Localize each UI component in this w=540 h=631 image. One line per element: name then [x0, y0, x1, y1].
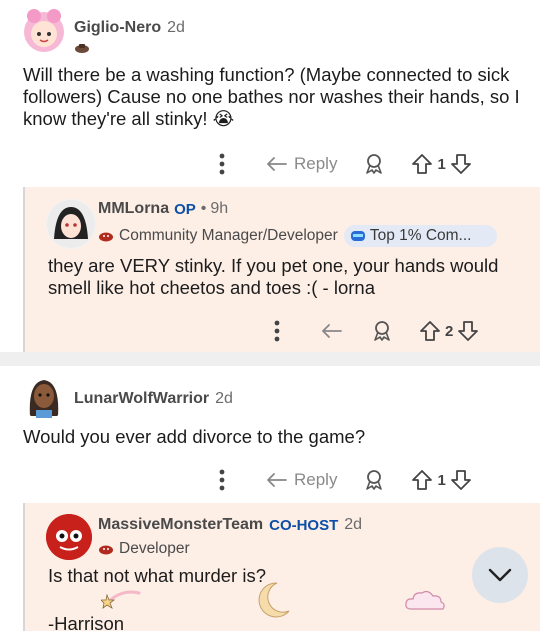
reply-comment: MMLorna OP • 9h Community Manager/Develo… [23, 187, 540, 352]
avatar[interactable] [46, 199, 96, 249]
signature: -Harrison [48, 613, 125, 631]
vote-count: 1 [437, 471, 446, 489]
vote-count: 2 [445, 322, 454, 340]
reply-label: Reply [294, 154, 338, 173]
comment-actions: Reply 1 [210, 466, 472, 494]
timestamp: 9h [210, 200, 229, 217]
flair-text: Developer [119, 540, 190, 557]
scroll-down-button[interactable] [472, 547, 528, 603]
reply-label: Reply [294, 470, 338, 489]
upvote-icon[interactable] [411, 153, 433, 175]
comment-thread: LunarWolfWarrior 2d Would you ever add d… [0, 366, 540, 631]
more-icon[interactable] [210, 469, 234, 491]
award-icon[interactable] [363, 469, 385, 491]
reply-arrow-icon [266, 155, 288, 173]
upvote-icon[interactable] [411, 469, 433, 491]
comment-header: MassiveMonsterTeam CO-HOST 2d [98, 516, 362, 534]
cult-icon [98, 230, 114, 242]
avatar[interactable] [20, 370, 68, 420]
moon-icon [255, 581, 291, 619]
comment-actions: 2 [265, 317, 479, 345]
downvote-icon[interactable] [457, 320, 479, 342]
more-icon[interactable] [210, 153, 234, 175]
timestamp: 2d [344, 516, 363, 533]
award-icon[interactable] [363, 153, 385, 175]
chevron-down-icon [487, 567, 513, 583]
badge-text: Top 1% Com... [369, 227, 472, 244]
user-flair: Developer [98, 540, 190, 558]
upvote-icon[interactable] [419, 320, 441, 342]
vote-count: 1 [437, 155, 446, 173]
reply-button[interactable]: Reply [266, 470, 337, 490]
shooting-star-icon [101, 587, 141, 609]
user-flair: Community Manager/Developer Top 1% Com..… [98, 225, 498, 247]
downvote-icon[interactable] [450, 469, 472, 491]
downvote-icon[interactable] [450, 153, 472, 175]
username[interactable]: Giglio-Nero [74, 19, 161, 37]
reply-arrow-icon[interactable] [321, 322, 343, 340]
comment-body: Will there be a washing function? (Maybe… [23, 64, 520, 129]
avatar[interactable] [46, 514, 92, 560]
user-flair-icon [74, 42, 90, 54]
reply-comment: MassiveMonsterTeam CO-HOST 2d Developer … [23, 503, 540, 631]
reply-button[interactable]: Reply [266, 154, 337, 174]
reply-arrow-icon [266, 471, 288, 489]
comment-body: Would you ever add divorce to the game? [23, 426, 366, 447]
op-badge: OP [174, 200, 196, 218]
top-commenter-icon [350, 229, 366, 243]
award-icon[interactable] [371, 320, 393, 342]
timestamp: 2d [167, 19, 185, 36]
username[interactable]: LunarWolfWarrior [74, 390, 209, 408]
comment-header: Giglio-Nero 2d [74, 19, 185, 37]
more-icon[interactable] [265, 320, 289, 342]
thread-divider [0, 352, 540, 366]
flair-text: Community Manager/Developer [119, 227, 338, 244]
comment-actions: Reply 1 [210, 150, 472, 178]
separator: • [200, 200, 207, 217]
avatar[interactable] [20, 4, 68, 56]
comment-header: LunarWolfWarrior 2d [74, 390, 233, 408]
achievement-badge[interactable]: Top 1% Com... [343, 225, 498, 247]
cohost-badge: CO-HOST [269, 516, 339, 534]
cloud-icon [403, 587, 447, 615]
comment-body: they are VERY stinky. If you pet one, yo… [48, 255, 499, 298]
comment-thread: Giglio-Nero 2d Will there be a washing f… [0, 0, 540, 352]
comment-header: MMLorna OP • 9h [98, 200, 228, 218]
username[interactable]: MMLorna [98, 200, 169, 218]
timestamp: 2d [215, 390, 233, 407]
username[interactable]: MassiveMonsterTeam [98, 516, 263, 534]
cult-icon [98, 543, 114, 555]
